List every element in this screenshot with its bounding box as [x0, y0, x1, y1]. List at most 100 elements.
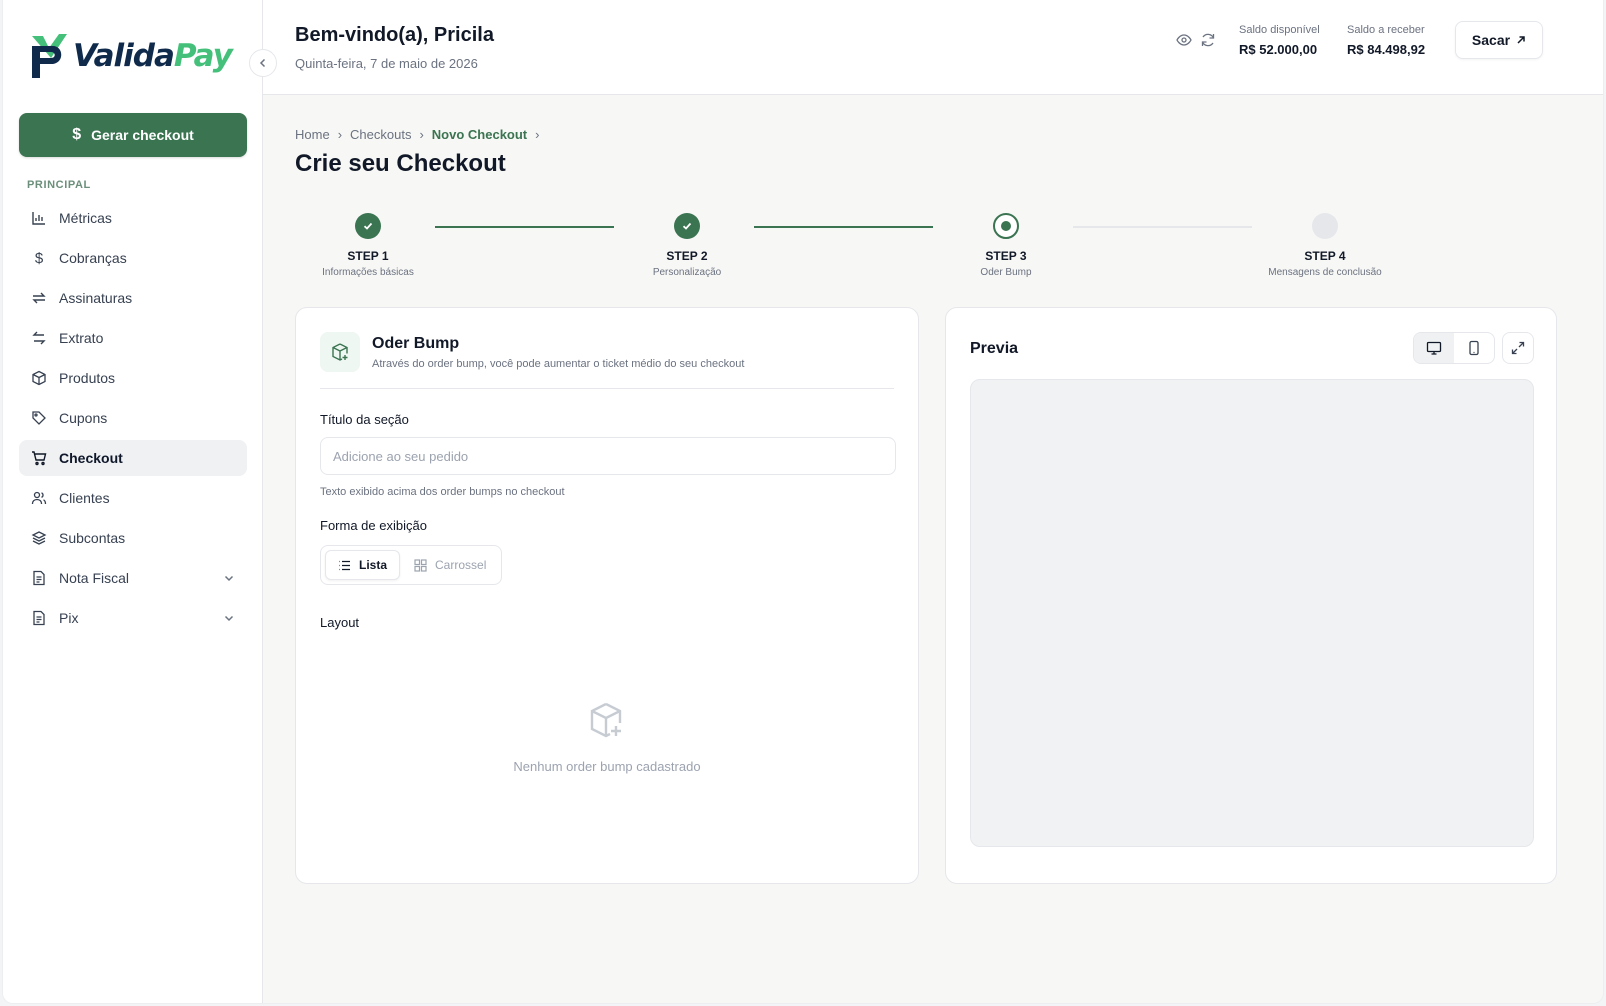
package-plus-icon	[586, 700, 626, 745]
sidebar-item-checkout[interactable]: Checkout	[19, 440, 247, 476]
display-mode-list-button[interactable]: Lista	[325, 550, 401, 580]
generate-checkout-button[interactable]: $ Gerar checkout	[19, 113, 247, 157]
users-icon	[31, 490, 47, 506]
cart-icon	[31, 450, 47, 466]
display-mode-carousel-button[interactable]: Carrossel	[402, 550, 498, 580]
step-label: STEP 1	[347, 249, 389, 263]
sidebar-nav: Métricas $ Cobranças Assinaturas Extrato…	[19, 200, 247, 640]
preview-title: Previa	[970, 340, 1019, 357]
balance-available: Saldo disponível R$ 52.000,00	[1239, 24, 1320, 57]
sidebar-item-metricas[interactable]: Métricas	[19, 200, 247, 236]
step-label: STEP 2	[666, 249, 708, 263]
divider	[320, 388, 894, 389]
display-mode-toggle: Lista Carrossel	[320, 545, 502, 585]
mobile-preview-button[interactable]	[1454, 333, 1494, 363]
step-2[interactable]: STEP 2 Personalização	[607, 213, 767, 278]
list-icon	[339, 560, 350, 570]
step-connector	[754, 226, 933, 228]
page-title: Crie seu Checkout	[295, 150, 506, 177]
step-pending-indicator	[1312, 213, 1338, 239]
sidebar-item-label: Métricas	[59, 210, 112, 226]
section-title-hint: Texto exibido acima dos order bumps no c…	[320, 486, 565, 498]
chevron-down-icon[interactable]	[223, 611, 235, 627]
sidebar-item-label: Pix	[59, 610, 79, 626]
sidebar-item-nota-fiscal[interactable]: Nota Fiscal	[19, 560, 247, 596]
chevron-left-icon	[259, 58, 266, 68]
refresh-icon[interactable]	[1200, 32, 1216, 53]
check-icon	[682, 222, 692, 230]
step-current-indicator	[993, 213, 1019, 239]
sidebar-item-label: Clientes	[59, 490, 110, 506]
expand-icon	[1511, 341, 1525, 355]
sidebar-item-label: Cupons	[59, 410, 108, 426]
section-title-input[interactable]	[320, 437, 896, 475]
sidebar-item-extrato[interactable]: Extrato	[19, 320, 247, 356]
welcome-title: Bem-vindo(a), Pricila	[295, 24, 494, 46]
monitor-icon	[1426, 341, 1442, 355]
withdraw-button[interactable]: Sacar	[1455, 21, 1543, 59]
sidebar-item-cupons[interactable]: Cupons	[19, 400, 247, 436]
layout-label: Layout	[320, 615, 360, 630]
display-mode-carousel-label: Carrossel	[435, 558, 487, 572]
display-mode-list-label: Lista	[359, 558, 388, 572]
app-window: ValidaPay $ Gerar checkout PRINCIPAL Mét…	[3, 0, 1603, 1003]
sidebar-item-pix[interactable]: Pix	[19, 600, 247, 636]
step-description: Personalização	[652, 267, 722, 278]
header-icons	[1176, 32, 1216, 53]
sidebar-item-label: Extrato	[59, 330, 104, 346]
sidebar-item-label: Cobranças	[59, 250, 127, 266]
step-label: STEP 4	[1304, 249, 1346, 263]
sidebar-item-subcontas[interactable]: Subcontas	[19, 520, 247, 556]
step-label: STEP 3	[985, 249, 1027, 263]
sidebar-item-clientes[interactable]: Clientes	[19, 480, 247, 516]
smartphone-icon	[1469, 340, 1479, 356]
display-mode-label: Forma de exibição	[320, 518, 427, 533]
repeat-icon	[31, 290, 47, 306]
generate-checkout-label: Gerar checkout	[91, 127, 194, 143]
step-3[interactable]: STEP 3 Oder Bump	[926, 213, 1086, 278]
sidebar-item-cobrancas[interactable]: $ Cobranças	[19, 240, 247, 276]
breadcrumb-checkouts[interactable]: Checkouts	[350, 127, 411, 142]
logo: ValidaPay	[29, 30, 233, 82]
arrow-up-right-icon	[1517, 36, 1525, 44]
step-complete-indicator	[355, 213, 381, 239]
desktop-preview-button[interactable]	[1414, 333, 1454, 363]
chevron-down-icon[interactable]	[223, 571, 235, 587]
collapse-sidebar-button[interactable]	[249, 49, 277, 77]
box-icon	[31, 370, 47, 386]
current-date: Quinta-feira, 7 de maio de 2026	[295, 56, 478, 71]
dollar-icon: $	[34, 249, 44, 267]
breadcrumb-separator: ›	[535, 127, 540, 142]
sidebar-item-assinaturas[interactable]: Assinaturas	[19, 280, 247, 316]
balance-receivable-value: R$ 84.498,92	[1347, 42, 1426, 57]
eye-icon[interactable]	[1176, 32, 1192, 53]
check-icon	[363, 222, 373, 230]
step-1[interactable]: STEP 1 Informações básicas	[288, 213, 448, 278]
breadcrumb-separator: ›	[337, 127, 343, 142]
order-bump-card: Oder Bump Através do order bump, você po…	[295, 307, 919, 884]
preview-canvas	[970, 379, 1534, 847]
fullscreen-button[interactable]	[1502, 332, 1534, 364]
section-title-label: Título da seção	[320, 412, 409, 427]
breadcrumb-home[interactable]: Home	[295, 127, 330, 142]
step-description: Informações básicas	[322, 267, 414, 278]
sidebar-item-label: Checkout	[59, 450, 123, 466]
tag-icon	[31, 410, 47, 426]
grid-icon	[414, 558, 427, 572]
preview-card: Previa	[945, 307, 1557, 884]
step-4[interactable]: STEP 4 Mensagens de conclusão	[1245, 213, 1405, 278]
breadcrumb-current: Novo Checkout	[431, 127, 528, 142]
balance-receivable: Saldo a receber R$ 84.498,92	[1347, 24, 1425, 57]
step-description: Mensagens de conclusão	[1268, 267, 1382, 278]
logo-mark-icon	[32, 34, 67, 78]
breadcrumb: Home › Checkouts › Novo Checkout ›	[295, 127, 539, 142]
sidebar-item-label: Produtos	[59, 370, 116, 386]
sidebar-item-label: Subcontas	[59, 530, 126, 546]
sidebar-item-produtos[interactable]: Produtos	[19, 360, 247, 396]
breadcrumb-separator: ›	[419, 127, 424, 142]
step-description: Oder Bump	[980, 267, 1032, 278]
order-bump-title: Oder Bump	[372, 335, 460, 352]
order-bump-subtitle: Através do order bump, você pode aumenta…	[372, 358, 745, 370]
top-header: Bem-vindo(a), Pricila Quinta-feira, 7 de…	[263, 0, 1603, 95]
layers-icon	[31, 530, 47, 546]
